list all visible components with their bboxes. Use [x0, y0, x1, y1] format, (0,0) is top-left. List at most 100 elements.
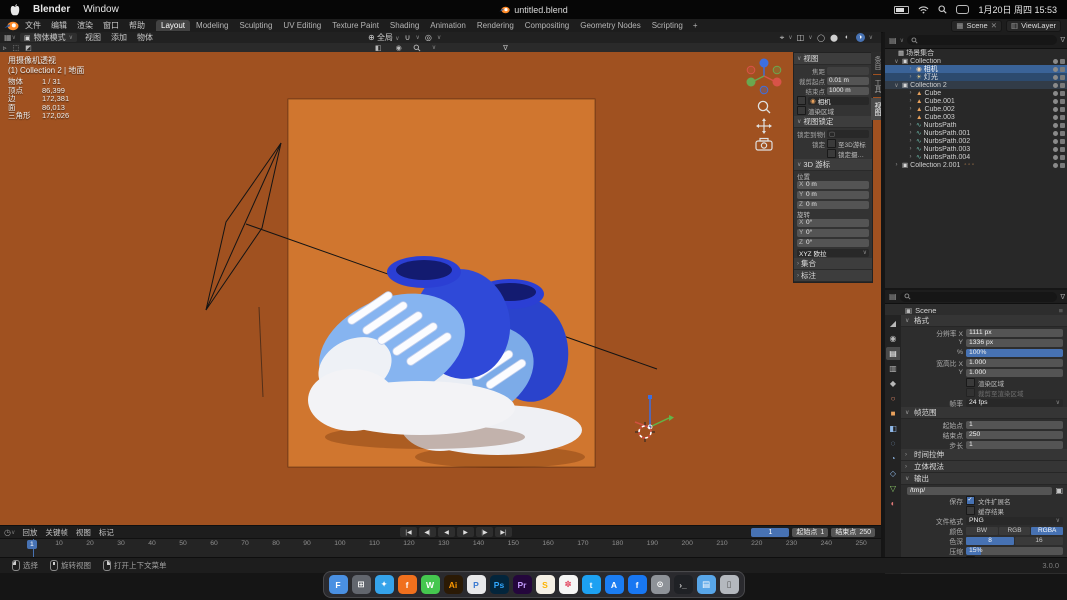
properties-tab[interactable]: ◧	[886, 422, 900, 435]
color-mode-option[interactable]: BW	[966, 527, 998, 535]
disclosure-icon[interactable]: ›	[907, 74, 914, 80]
topbar-menu-item[interactable]: 文件	[20, 20, 46, 31]
disable-render-toggle-icon[interactable]	[1060, 123, 1065, 128]
outliner-item-label[interactable]: NurbsPath.004	[923, 154, 970, 161]
render-region-checkbox[interactable]	[797, 106, 806, 115]
collections-panel-header[interactable]: › 集合	[794, 258, 872, 270]
properties-tab[interactable]: ▥	[886, 362, 900, 375]
hide-viewport-toggle-icon[interactable]	[1053, 147, 1058, 152]
timeline-ruler[interactable]: 1102030405060708090100110120130140150160…	[0, 539, 881, 558]
overlays-chevron-icon[interactable]: ∨	[808, 34, 812, 41]
hide-viewport-toggle-icon[interactable]	[1053, 59, 1058, 64]
current-frame-chip[interactable]: 1	[27, 540, 37, 549]
viewport-menu-item[interactable]: 视图	[81, 32, 105, 43]
outliner-row[interactable]: › ∿ NurbsPath	[885, 121, 1067, 129]
render-region-checkbox[interactable]	[966, 378, 975, 387]
color-mode-option[interactable]: RGBA	[1031, 527, 1063, 535]
topbar-menu-item[interactable]: 编辑	[46, 20, 72, 31]
transport-button[interactable]: |◀	[400, 527, 417, 537]
hide-viewport-toggle-icon[interactable]	[1053, 75, 1058, 80]
transport-button[interactable]: ▶|	[495, 527, 512, 537]
file-format-dropdown[interactable]: PNG∨	[966, 517, 1063, 525]
disable-render-toggle-icon[interactable]	[1060, 115, 1065, 120]
resolution-x-field[interactable]: 1111 px	[966, 329, 1063, 337]
crop-region-checkbox[interactable]	[966, 388, 975, 397]
shading-wireframe-button[interactable]: ◯	[817, 33, 826, 42]
viewport-menu-item[interactable]: 物体	[133, 32, 157, 43]
disable-render-toggle-icon[interactable]	[1060, 131, 1065, 136]
outliner-row[interactable]: › ▲ Cube	[885, 89, 1067, 97]
fps-dropdown[interactable]: 24 fps∨	[966, 399, 1063, 407]
viewport-3d[interactable]: 用摄像机透视 (1) Collection 2 | 地面 物体1 / 31 顶点…	[0, 52, 881, 525]
breadcrumb-menu-icon[interactable]: ≡	[1059, 306, 1063, 315]
dock-app-icon[interactable]: f	[628, 575, 647, 594]
local-camera-checkbox[interactable]	[797, 96, 806, 105]
outliner-row[interactable]: › ◉ 相机	[885, 65, 1067, 73]
blender-logo-icon[interactable]	[4, 21, 20, 31]
axis-y-ball[interactable]	[747, 78, 756, 87]
disclosure-icon[interactable]: ›	[907, 66, 914, 72]
properties-editor-icon[interactable]: ▤	[889, 292, 897, 301]
frame-start-field[interactable]: 1	[966, 421, 1063, 429]
outliner-item-label[interactable]: Collection 2	[910, 82, 947, 89]
output-section-header[interactable]: ∨输出	[901, 473, 1067, 485]
outliner-item-label[interactable]: NurbsPath	[923, 122, 956, 129]
axis-y-neg-ball[interactable]	[773, 66, 781, 74]
control-center-icon[interactable]	[956, 5, 969, 14]
cursor-location-field[interactable]: X0 m	[797, 181, 869, 189]
select-box-icon[interactable]: ⬚	[13, 44, 20, 52]
cursor-location-field[interactable]: Y0 m	[797, 191, 869, 199]
workspace-tab[interactable]: UV Editing	[278, 20, 326, 31]
transport-button[interactable]: ◀	[438, 527, 455, 537]
focal-field[interactable]	[827, 67, 869, 75]
filter-funnel-icon[interactable]: ∇	[503, 44, 508, 52]
axis-x-neg-ball[interactable]	[747, 66, 755, 74]
outliner-row[interactable]: › ∿ NurbsPath.001	[885, 129, 1067, 137]
axis-x-ball[interactable]	[773, 78, 782, 87]
disable-render-toggle-icon[interactable]	[1060, 91, 1065, 96]
apple-logo-icon[interactable]	[10, 4, 20, 16]
show-overlays-icon[interactable]: ◫	[797, 33, 805, 42]
area-light-wireframe[interactable]	[206, 143, 281, 397]
outliner-row[interactable]: ∨ ▣ Collection	[885, 57, 1067, 65]
outliner-filter-icon[interactable]: ∇	[1060, 36, 1065, 44]
search-icon[interactable]	[413, 44, 421, 52]
stereoscopy-section-header[interactable]: ›立体视法	[901, 461, 1067, 473]
clip-start-field[interactable]: 0.01 m	[827, 77, 869, 85]
shading-material-button[interactable]: ◐	[843, 33, 852, 42]
n-panel-tab[interactable]: 工具	[871, 75, 881, 97]
axis-z-neg-ball[interactable]	[760, 86, 768, 94]
frame-end-field[interactable]: 250	[966, 431, 1063, 439]
outliner-search-input[interactable]	[907, 35, 1057, 45]
proportional-chevron-icon[interactable]: ∨	[437, 34, 441, 41]
outliner-item-label[interactable]: Cube.002	[924, 106, 954, 113]
timeline-menu-item[interactable]: 标记	[96, 527, 117, 538]
outliner-row[interactable]: ∨ ▣ Collection 2	[885, 81, 1067, 89]
annotations-panel-header[interactable]: › 标注	[794, 270, 872, 282]
timeline-editor-icon[interactable]: ◷	[4, 528, 11, 537]
camera-view-icon[interactable]	[756, 139, 772, 151]
disclosure-icon[interactable]: ›	[907, 154, 914, 160]
workspace-tab[interactable]: Modeling	[191, 20, 233, 31]
outliner-item-label[interactable]: Collection 2.001	[910, 162, 960, 169]
disclosure-icon[interactable]: ›	[907, 90, 914, 96]
cursor-rotation-field[interactable]: X0°	[797, 219, 869, 227]
timeline-menu-item[interactable]: 回放	[19, 527, 40, 538]
cache-result-checkbox[interactable]	[966, 506, 975, 515]
view-panel-header[interactable]: ∨ 视图	[794, 53, 872, 65]
outliner-item-label[interactable]: NurbsPath.001	[923, 130, 970, 137]
outliner-row[interactable]: › ▲ Cube.002	[885, 105, 1067, 113]
dock-app-icon[interactable]: Ai	[444, 575, 463, 594]
outliner-item-label[interactable]: NurbsPath.003	[923, 146, 970, 153]
workspace-tab[interactable]: Shading	[385, 20, 424, 31]
dock-app-icon[interactable]: W	[421, 575, 440, 594]
viewport-menu-item[interactable]: 添加	[107, 32, 131, 43]
outliner-row[interactable]: › ∿ NurbsPath.004	[885, 153, 1067, 161]
color-mode-option[interactable]: RGB	[999, 527, 1031, 535]
object-axes-gizmo[interactable]	[635, 395, 674, 429]
time-stretch-section-header[interactable]: ›时间拉伸	[901, 449, 1067, 461]
hide-viewport-toggle-icon[interactable]	[1053, 67, 1058, 72]
dock-app-icon[interactable]: F	[329, 575, 348, 594]
scene-unlink-icon[interactable]: ✕	[991, 21, 997, 30]
add-workspace-button[interactable]: +	[688, 20, 703, 31]
